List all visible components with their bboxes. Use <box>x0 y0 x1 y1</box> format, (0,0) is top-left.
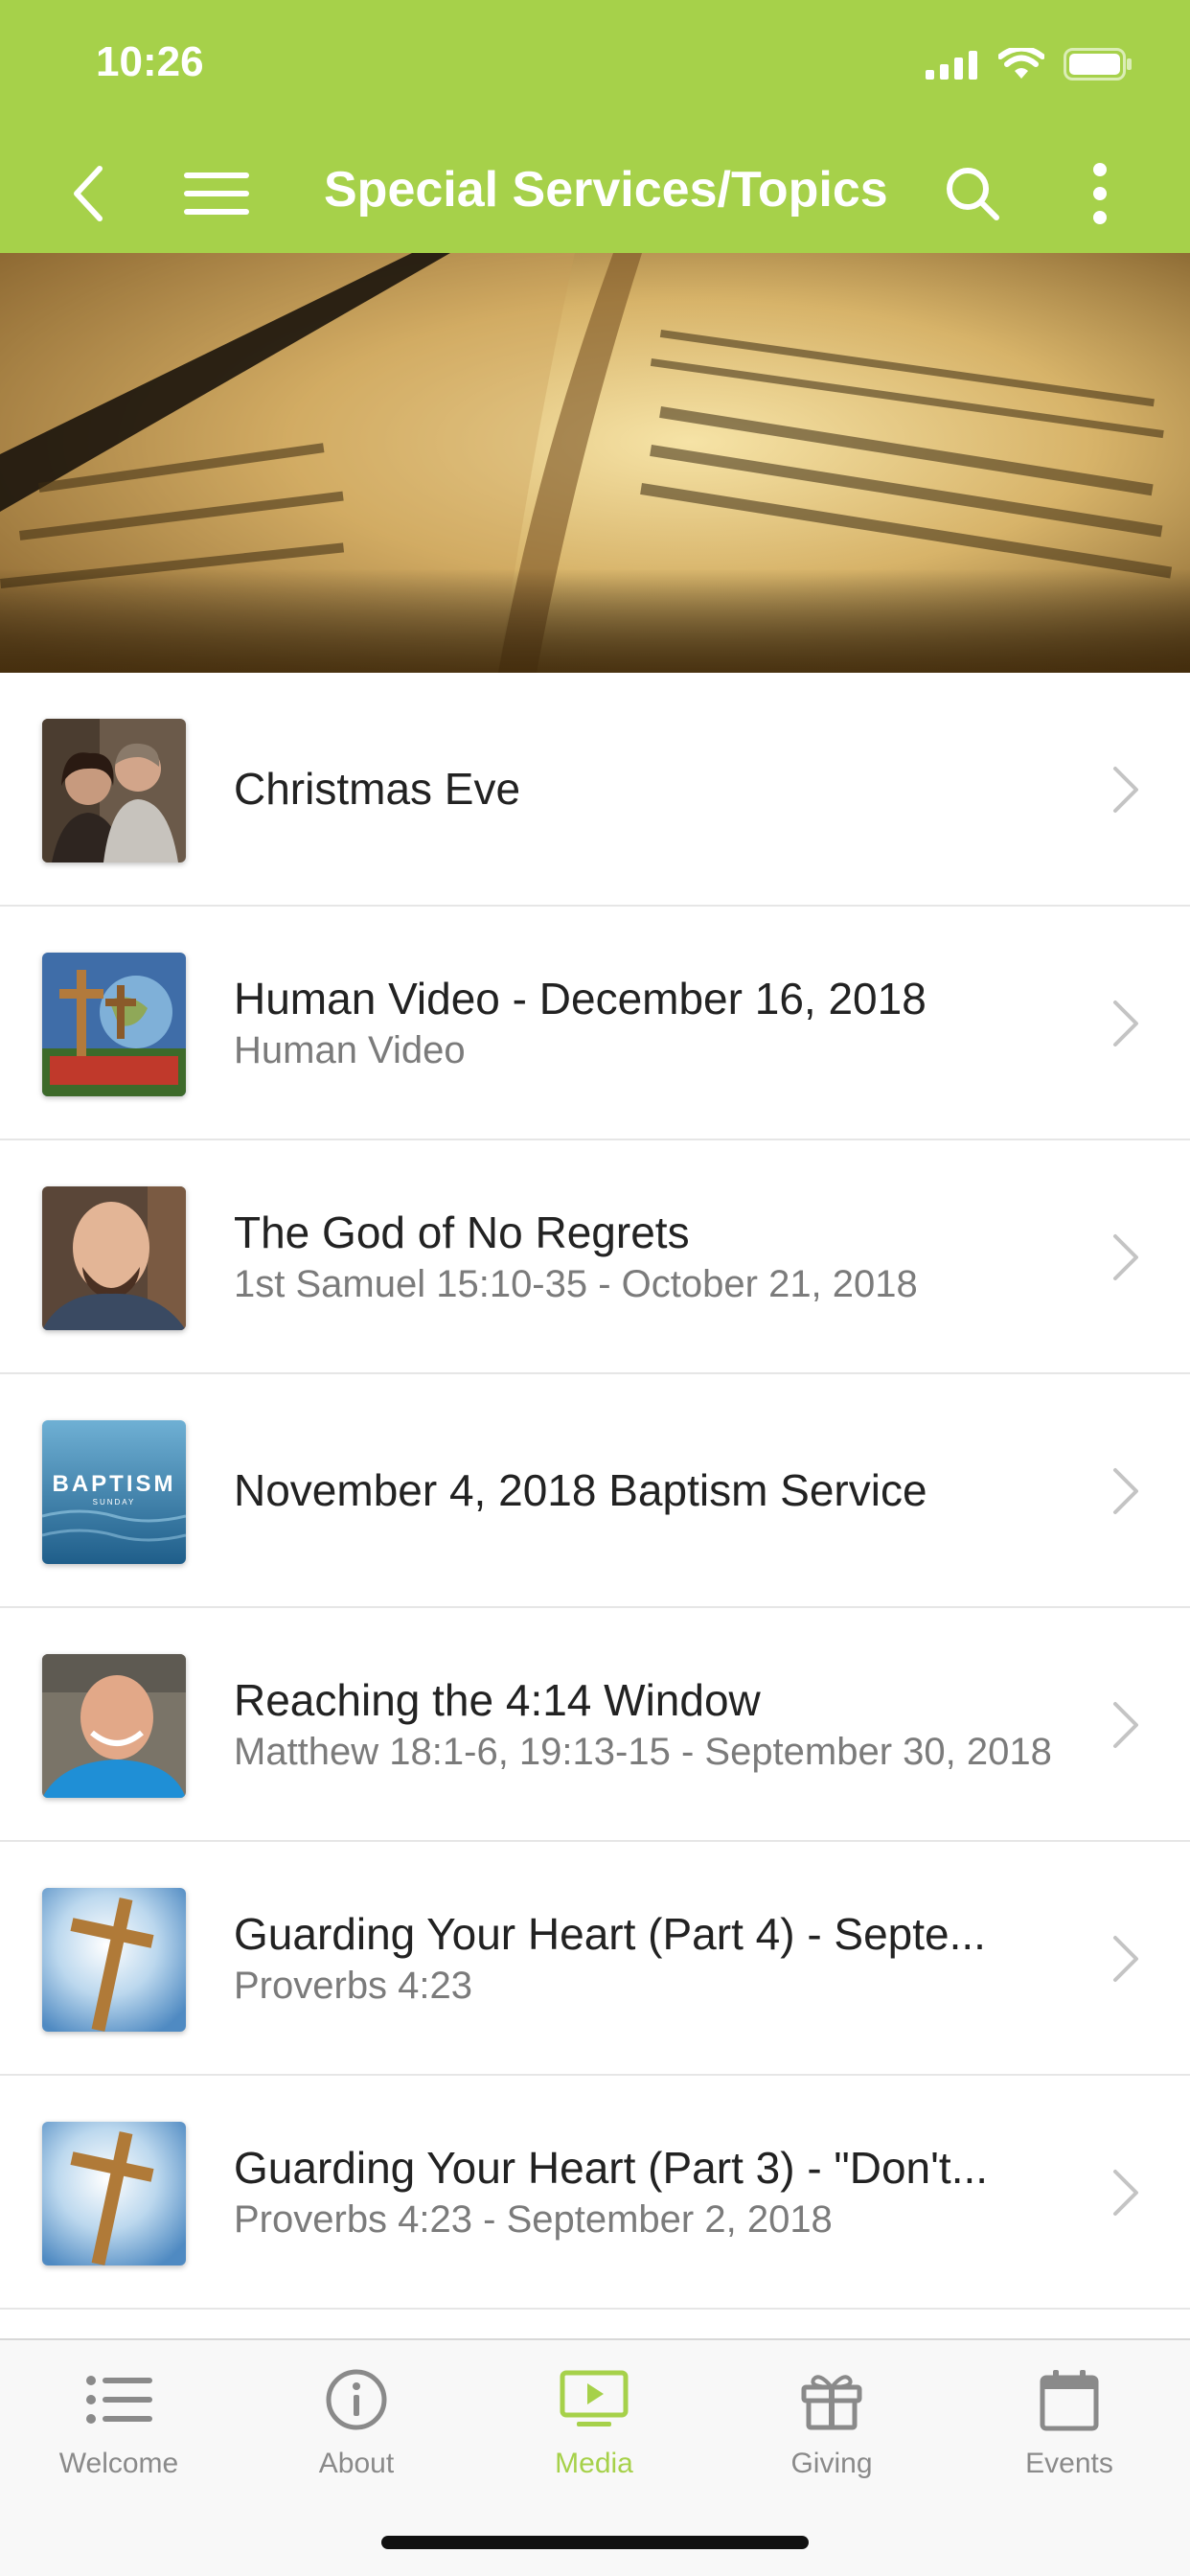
list-item-title: Guarding Your Heart (Part 3) - "Don't... <box>234 2143 989 2193</box>
tv-play-icon <box>556 2361 632 2438</box>
list-item[interactable]: Human Video - December 16, 2018 Human Vi… <box>0 907 1190 1140</box>
list-item-subtitle: Human Video <box>234 1029 466 1071</box>
tab-media[interactable]: Media <box>475 2361 713 2515</box>
hamburger-menu-icon <box>184 172 249 215</box>
nav-bar: Special Services/Topics <box>0 134 1190 253</box>
status-time: 10:26 <box>96 38 204 85</box>
calendar-icon <box>1031 2361 1108 2438</box>
cross-sky-thumbnail <box>42 1888 186 2032</box>
list-item-subtitle: Proverbs 4:23 - September 2, 2018 <box>234 2198 833 2241</box>
more-vertical-icon <box>1093 163 1107 224</box>
list-item-text: Reaching the 4:14 Window Matthew 18:1-6,… <box>234 1608 1075 1840</box>
battery-icon <box>1064 48 1132 80</box>
cross-sky-thumbnail <box>42 2122 186 2266</box>
info-icon <box>318 2361 395 2438</box>
svg-text:BAPTISM: BAPTISM <box>53 1471 176 1497</box>
baptism-thumbnail: BAPTISM SUNDAY <box>42 1420 186 1564</box>
chevron-right-icon <box>1113 1468 1138 1514</box>
tab-label: Giving <box>790 2448 873 2479</box>
more-options-button[interactable] <box>1062 155 1138 232</box>
list-item-text: Guarding Your Heart (Part 4) - Septe... … <box>234 1842 1075 2074</box>
status-bar: 10:26 <box>0 0 1190 134</box>
tab-events[interactable]: Events <box>950 2361 1188 2515</box>
search-icon <box>947 168 999 220</box>
back-button[interactable] <box>50 155 126 232</box>
list-item-text: The God of No Regrets 1st Samuel 15:10-3… <box>234 1140 1075 1372</box>
list-item-text: November 4, 2018 Baptism Service <box>234 1374 1075 1606</box>
list-item-title: The God of No Regrets <box>234 1208 690 1257</box>
list-item-subtitle: 1st Samuel 15:10-35 - October 21, 2018 <box>234 1263 918 1305</box>
media-list: Christmas Eve Human Video - December 16,… <box>0 673 1190 2310</box>
tab-label: Welcome <box>58 2448 179 2479</box>
list-item-text: Guarding Your Heart (Part 3) - "Don't...… <box>234 2076 1075 2308</box>
list-item-title: November 4, 2018 Baptism Service <box>234 1465 927 1515</box>
chevron-right-icon <box>1113 1936 1138 1982</box>
svg-text:SUNDAY: SUNDAY <box>93 1498 136 1506</box>
list-item-subtitle: Matthew 18:1-6, 19:13-15 - September 30,… <box>234 1731 1052 1773</box>
search-button[interactable] <box>934 155 1011 232</box>
chevron-right-icon <box>1113 2170 1138 2216</box>
hero-bible-image <box>0 253 1190 673</box>
list-icon <box>80 2361 157 2438</box>
tab-about[interactable]: About <box>238 2361 475 2515</box>
tab-label: Events <box>1025 2448 1113 2479</box>
smiling-man-thumbnail <box>42 1654 186 1798</box>
wifi-icon <box>998 48 1044 79</box>
list-item-text: Human Video - December 16, 2018 Human Vi… <box>234 907 1075 1138</box>
tab-label: About <box>318 2448 395 2479</box>
chevron-right-icon <box>1113 767 1138 813</box>
status-icons <box>926 48 1133 80</box>
list-item[interactable]: BAPTISM SUNDAY November 4, 2018 Baptism … <box>0 1374 1190 1608</box>
tab-label: Media <box>555 2448 633 2479</box>
list-item[interactable]: Reaching the 4:14 Window Matthew 18:1-6,… <box>0 1608 1190 1842</box>
tab-welcome[interactable]: Welcome <box>0 2361 238 2515</box>
list-item[interactable]: The God of No Regrets 1st Samuel 15:10-3… <box>0 1140 1190 1374</box>
bald-man-thumbnail <box>42 1186 186 1330</box>
tab-giving[interactable]: Giving <box>713 2361 950 2515</box>
list-item-subtitle: Proverbs 4:23 <box>234 1965 473 2007</box>
chevron-right-icon <box>1113 1234 1138 1280</box>
list-item-title: Christmas Eve <box>234 764 521 814</box>
home-indicator[interactable] <box>381 2536 809 2549</box>
chevron-right-icon <box>1113 1000 1138 1046</box>
cellular-signal-icon <box>926 51 977 80</box>
cross-globe-thumbnail <box>42 953 186 1096</box>
list-item-title: Human Video - December 16, 2018 <box>234 974 927 1024</box>
list-item[interactable]: Guarding Your Heart (Part 4) - Septe... … <box>0 1842 1190 2076</box>
menu-button[interactable] <box>178 155 255 232</box>
list-item-title: Guarding Your Heart (Part 4) - Septe... <box>234 1909 986 1959</box>
chevron-left-icon <box>74 166 103 221</box>
list-item[interactable]: Christmas Eve <box>0 673 1190 907</box>
gift-icon <box>793 2361 870 2438</box>
page-title: Special Services/Topics <box>324 162 888 218</box>
chevron-right-icon <box>1113 1702 1138 1748</box>
list-item-text: Christmas Eve <box>234 673 1075 905</box>
list-item[interactable]: Guarding Your Heart (Part 3) - "Don't...… <box>0 2076 1190 2310</box>
couple-photo-thumbnail <box>42 719 186 862</box>
list-item-title: Reaching the 4:14 Window <box>234 1675 761 1725</box>
